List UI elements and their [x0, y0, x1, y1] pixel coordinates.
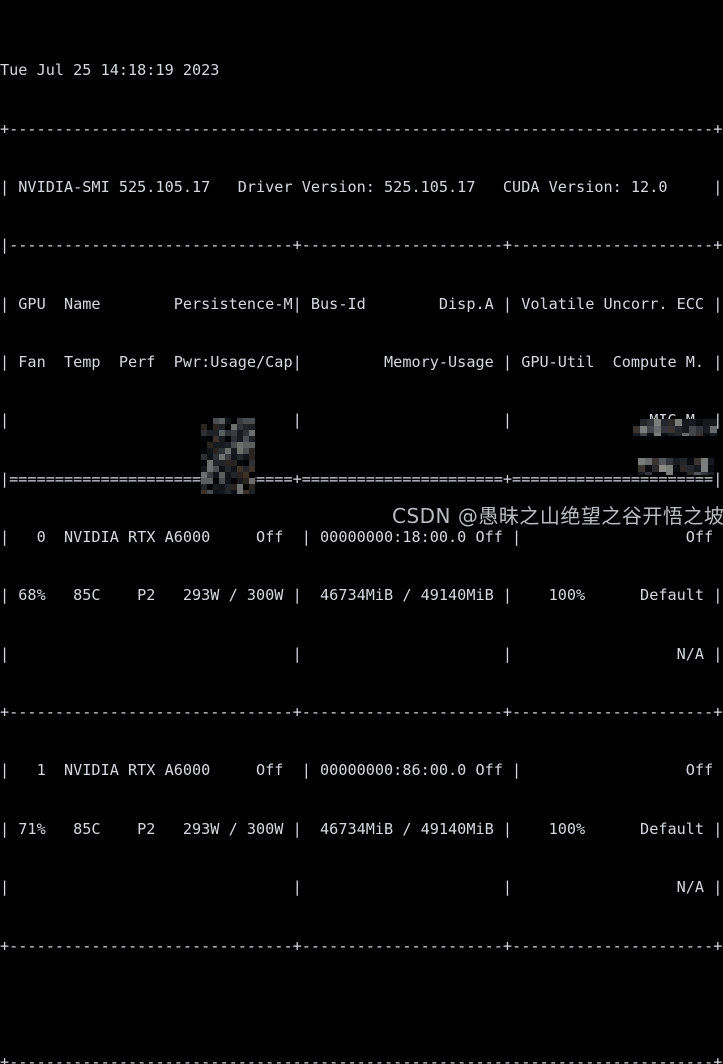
terminal-line-gpu0-row2: | 68% 85C P2 293W / 300W | 46734MiB / 49… — [0, 586, 723, 605]
terminal-line-gpu-header-1: | GPU Name Persistence-M| Bus-Id Disp.A … — [0, 294, 723, 313]
terminal-line-gpu1-row1: | 1 NVIDIA RTX A6000 Off | 00000000:86:0… — [0, 761, 723, 780]
terminal-line-gpu-table-bottom: +-------------------------------+-------… — [0, 936, 723, 955]
terminal-line-gpu0-row3: | | | N/A | — [0, 644, 723, 663]
terminal-line-gpu0-divider: +-------------------------------+-------… — [0, 703, 723, 722]
redacted-pid-mosaic — [201, 418, 255, 494]
terminal-line-gpu-header-2: | Fan Temp Perf Pwr:Usage/Cap| Memory-Us… — [0, 353, 723, 372]
terminal-line-gpu0-row1: | 0 NVIDIA RTX A6000 Off | 00000000:18:0… — [0, 528, 723, 547]
terminal-line-gpu1-row3: | | | N/A | — [0, 878, 723, 897]
redacted-gpu-memory-mosaic-row-0 — [633, 419, 717, 436]
terminal-line-gpu1-row2: | 71% 85C P2 293W / 300W | 46734MiB / 49… — [0, 819, 723, 838]
terminal-line-proc-border-top: +---------------------------------------… — [0, 1053, 723, 1064]
terminal-line-smi-header: | NVIDIA-SMI 525.105.17 Driver Version: … — [0, 178, 723, 197]
terminal-line-border-top: +---------------------------------------… — [0, 119, 723, 138]
terminal-line-timestamp: Tue Jul 25 14:18:19 2023 — [0, 61, 220, 80]
terminal-line-divider-1: |-------------------------------+-------… — [0, 236, 723, 255]
terminal-line-gpu-header-rule: |===============================+=======… — [0, 469, 723, 488]
terminal-output: Tue Jul 25 14:18:19 2023 +--------------… — [0, 0, 723, 1064]
terminal-line-gpu-header-3: | | | MIG M. | — [0, 411, 723, 430]
csdn-watermark: CSDN @愚昧之山绝望之谷开悟之坡 — [392, 504, 723, 528]
redacted-gpu-memory-mosaic-row-2 — [638, 458, 714, 475]
